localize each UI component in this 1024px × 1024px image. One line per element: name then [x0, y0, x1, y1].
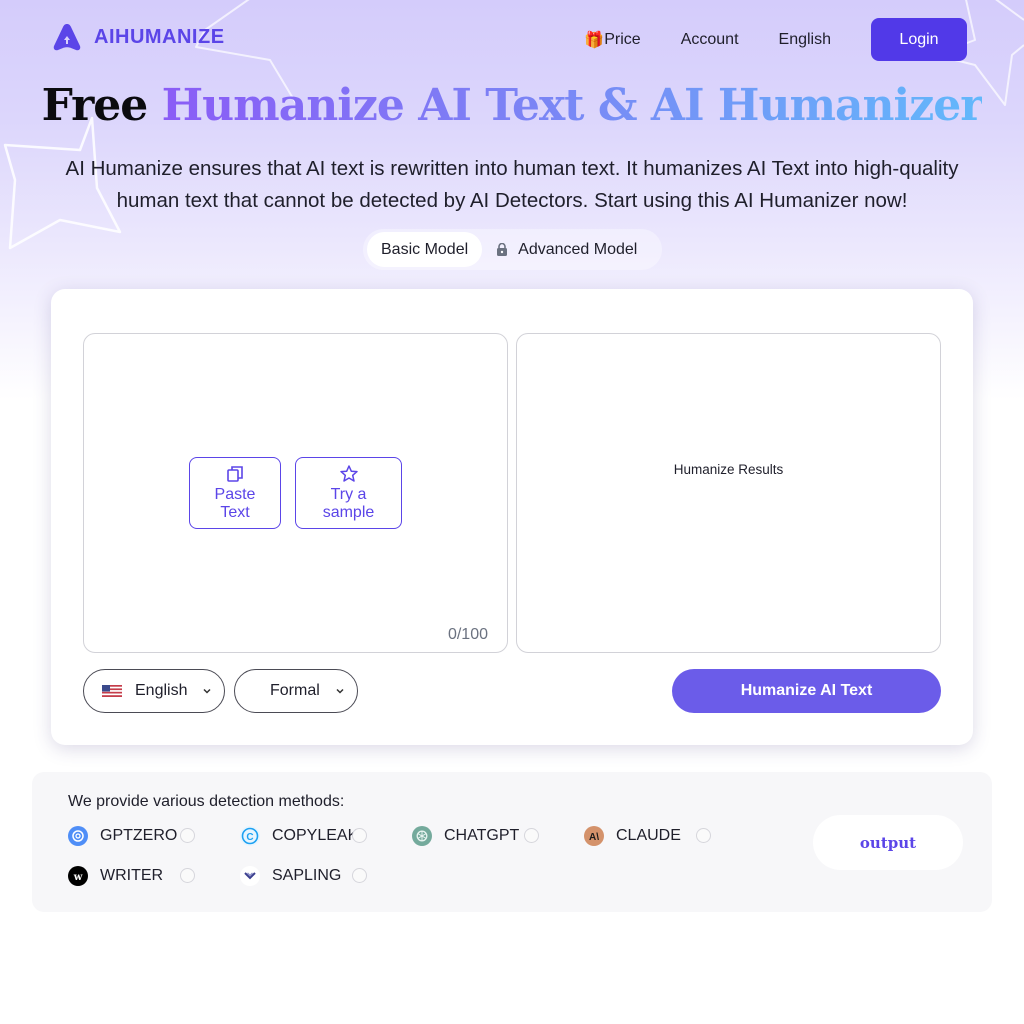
nav-price[interactable]: 🎁 Price: [584, 30, 640, 50]
tab-basic-model-label: Basic Model: [381, 240, 469, 258]
us-flag-icon: [102, 685, 122, 697]
claude-icon: A\: [584, 826, 604, 846]
lock-icon: [497, 243, 508, 256]
sapling-radio[interactable]: [352, 868, 367, 883]
gptzero-icon: [68, 826, 88, 846]
output-button[interactable]: output: [813, 815, 963, 870]
detector-chatgpt: CHATGPT: [412, 826, 519, 846]
character-counter: 0/100: [447, 626, 488, 643]
writer-radio[interactable]: [180, 868, 195, 883]
detector-label: GPTZERO: [100, 827, 178, 844]
tab-advanced-model-label: Advanced Model: [518, 240, 638, 258]
chatgpt-icon: [412, 826, 432, 846]
brand-name: AIHUMANIZE: [94, 25, 225, 48]
try-sample-button[interactable]: Try a sample: [295, 457, 402, 529]
login-button[interactable]: Login: [871, 18, 967, 61]
results-area: Humanize Results: [516, 333, 941, 653]
top-nav: 🎁 Price Account English Login: [584, 18, 967, 61]
detector-label: CLAUDE: [616, 827, 681, 844]
paste-text-button[interactable]: Paste Text: [189, 457, 281, 529]
gptzero-radio[interactable]: [180, 828, 195, 843]
brand-logo[interactable]: AIHUMANIZE: [52, 22, 225, 52]
nav-account[interactable]: Account: [681, 31, 739, 49]
detection-methods-panel: We provide various detection methods: GP…: [32, 772, 992, 912]
star-icon: [339, 465, 358, 482]
humanize-button[interactable]: Humanize AI Text: [672, 669, 941, 713]
chevron-down-icon: [203, 688, 212, 694]
title-plain: Free: [41, 80, 149, 131]
site-header: AIHUMANIZE 🎁 Price Account English Login: [0, 0, 1024, 80]
claude-radio[interactable]: [696, 828, 711, 843]
copy-icon: [227, 466, 243, 482]
detector-sapling: SAPLING: [240, 866, 341, 886]
title-highlight: Humanize AI Text & AI Humanizer: [161, 80, 984, 131]
sample-label-2: sample: [322, 504, 375, 521]
chatgpt-radio[interactable]: [524, 828, 539, 843]
detector-gptzero: GPTZERO: [68, 826, 177, 846]
writer-icon: w: [68, 866, 88, 886]
detector-label: SAPLING: [272, 867, 342, 884]
page-subtitle: AI Humanize ensures that AI text is rewr…: [40, 153, 984, 217]
page-title: Free Humanize AI Text & AI Humanizer: [0, 80, 1024, 131]
svg-text:C: C: [246, 832, 253, 843]
copyleak-radio[interactable]: [352, 828, 367, 843]
language-select-value: English: [135, 682, 188, 699]
svg-text:A\: A\: [589, 832, 599, 843]
paste-label-1: Paste: [214, 486, 256, 503]
humanizer-card: Paste Text Try a sample 0/100 Humanize R…: [51, 289, 973, 745]
results-placeholder: Humanize Results: [673, 462, 784, 477]
model-tabs: Basic Model Advanced Model: [363, 229, 662, 270]
input-text-area[interactable]: Paste Text Try a sample 0/100: [83, 333, 508, 653]
detector-copyleak: C COPYLEAK: [240, 826, 358, 846]
detection-title: We provide various detection methods:: [68, 793, 345, 810]
nav-price-label: Price: [604, 30, 641, 48]
tab-basic-model[interactable]: Basic Model: [367, 232, 483, 267]
gift-icon: 🎁: [584, 31, 605, 49]
paste-label-2: Text: [220, 504, 250, 521]
svg-text:w: w: [73, 872, 83, 883]
tab-advanced-model[interactable]: Advanced Model: [482, 232, 651, 267]
copyleaks-icon: C: [240, 826, 260, 846]
logo-icon: [53, 24, 81, 51]
detector-label: CHATGPT: [444, 827, 520, 844]
subtitle-line-1: AI Humanize ensures that AI text is rewr…: [65, 157, 959, 180]
tone-select-value: Formal: [270, 682, 320, 699]
sapling-icon: [240, 866, 260, 886]
subtitle-line-2: human text that cannot be detected by AI…: [116, 189, 908, 212]
sample-label-1: Try a: [330, 486, 367, 503]
nav-language[interactable]: English: [779, 31, 831, 49]
detector-label: WRITER: [100, 867, 164, 884]
detector-writer: w WRITER: [68, 866, 163, 886]
chevron-down-icon: [336, 688, 344, 694]
tone-select[interactable]: Formal: [234, 669, 358, 713]
detector-claude: A\ CLAUDE: [584, 826, 681, 846]
language-select[interactable]: English: [83, 669, 225, 713]
detector-label: COPYLEAK: [272, 827, 359, 844]
